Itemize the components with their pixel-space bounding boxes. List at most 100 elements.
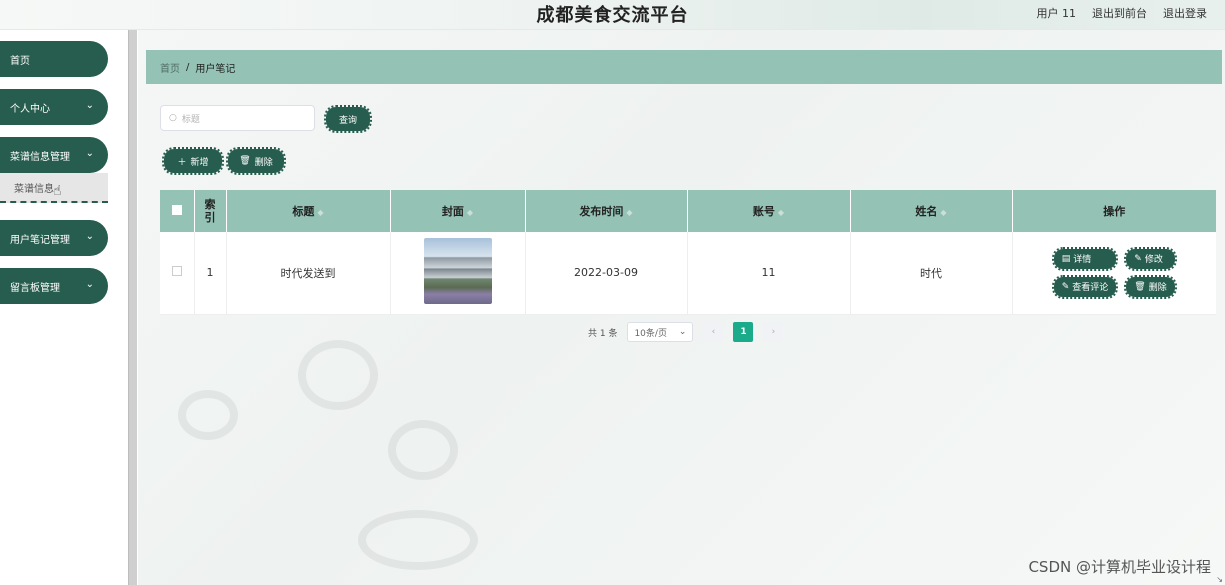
view-comments-button[interactable]: ✎ 查看评论 — [1051, 274, 1119, 299]
row-checkbox[interactable] — [171, 266, 182, 277]
bulk-delete-button[interactable]: 🗑 删除 — [226, 147, 286, 175]
breadcrumb-home[interactable]: 首页 — [160, 60, 180, 75]
view-comments-label: 查看评论 — [1072, 283, 1109, 294]
chevron-down-icon: ⌄ — [85, 148, 94, 159]
row-actions: ▤ 详情 ✎ 修改 ✎ 查看评论 🗑 删除 — [1013, 246, 1217, 299]
row-select-cell — [160, 232, 195, 315]
sidebar: 首页 个人中心 ⌄ 菜谱信息管理 ⌄ 菜谱信息 ☝ 用户笔记管理 ⌄ 留言板管理… — [0, 30, 128, 585]
column-header-account[interactable]: 账号 ◆ — [687, 190, 851, 232]
column-header-date[interactable]: 发布时间 ◆ — [525, 190, 688, 232]
chevron-down-icon: ⌄ — [85, 100, 94, 111]
sidebar-divider — [128, 30, 137, 585]
sidebar-item-recipe-management[interactable]: 菜谱信息管理 ⌄ — [0, 137, 108, 173]
cell-name: 时代 — [850, 232, 1013, 315]
search-placeholder: 标题 — [181, 114, 200, 125]
sidebar-item-label: 首页 — [10, 55, 30, 67]
cell-date: 2022-03-09 — [525, 232, 688, 315]
column-header-label: 发布时间 — [579, 205, 624, 218]
column-header-label: 操作 — [1103, 205, 1126, 218]
trash-icon: 🗑 — [1134, 281, 1146, 292]
cell-index: 1 — [194, 232, 227, 315]
cell-cover — [390, 232, 526, 315]
cell-account: 11 — [687, 232, 851, 315]
edit-button-label: 修改 — [1144, 255, 1163, 266]
column-header-actions: 操作 — [1012, 190, 1216, 232]
table-header-row: 索引 标题 ◆ 封面 ◆ 发布时间 ◆ 账号 ◆ 姓名 ◆ 操作 — [160, 190, 1216, 232]
top-header: 成都美食交流平台 用户 11 退出到前台 退出登录 — [0, 0, 1225, 30]
background-decoration — [388, 420, 458, 480]
sidebar-item-personal-center[interactable]: 个人中心 ⌄ — [0, 89, 108, 125]
sidebar-item-label: 留言板管理 — [10, 282, 60, 294]
breadcrumb: 首页 / 用户笔记 — [146, 50, 1222, 84]
page-size-value: 10条/页 — [634, 328, 667, 339]
column-header-cover[interactable]: 封面 ◆ — [390, 190, 526, 232]
column-header-label: 姓名 — [915, 205, 938, 218]
sidebar-item-home[interactable]: 首页 — [0, 41, 108, 77]
breadcrumb-separator: / — [186, 61, 190, 73]
page-number-current[interactable]: 1 — [733, 322, 754, 342]
column-header-name[interactable]: 姓名 ◆ — [850, 190, 1013, 232]
select-all-checkbox[interactable] — [171, 204, 182, 215]
user-label: 用户 11 — [1036, 7, 1077, 20]
data-table: 索引 标题 ◆ 封面 ◆ 发布时间 ◆ 账号 ◆ 姓名 ◆ 操作 1 时代发送到… — [160, 190, 1216, 315]
logout-link[interactable]: 退出登录 — [1163, 5, 1207, 21]
row-delete-button[interactable]: 🗑 删除 — [1124, 274, 1177, 299]
search-button[interactable]: 查询 — [324, 105, 372, 133]
pencil-icon: ✎ — [1134, 253, 1142, 264]
hand-cursor-icon: ☝ — [53, 183, 62, 199]
search-input[interactable]: ○ 标题 — [160, 105, 315, 131]
sidebar-item-label: 个人中心 — [10, 103, 50, 115]
column-header-label: 封面 — [441, 205, 464, 218]
sidebar-item-label: 用户笔记管理 — [10, 234, 70, 246]
sidebar-subitem-label: 菜谱信息 — [14, 183, 54, 195]
next-page-button[interactable]: › — [763, 322, 784, 342]
delete-button-label: 删除 — [254, 157, 273, 168]
header-links: 用户 11 退出到前台 退出登录 — [1037, 5, 1208, 21]
background-decoration — [298, 340, 378, 410]
cover-image — [423, 238, 492, 305]
sort-icon: ◆ — [777, 208, 785, 217]
background-decoration — [358, 510, 478, 570]
total-count: 共 1 条 — [588, 328, 618, 339]
page-size-select[interactable]: 10条/页 ⌄ — [627, 322, 694, 342]
prev-page-button[interactable]: ‹ — [703, 322, 724, 342]
watermark: CSDN @计算机毕业设计程 — [1028, 558, 1211, 576]
column-header-title[interactable]: 标题 ◆ — [226, 190, 391, 232]
cell-actions: ▤ 详情 ✎ 修改 ✎ 查看评论 🗑 删除 — [1012, 232, 1217, 315]
select-all-cell — [160, 190, 195, 232]
trash-icon: 🗑 — [239, 156, 251, 166]
search-icon: ○ — [169, 113, 177, 123]
pagination: 共 1 条 10条/页 ⌄ ‹ 1 › — [588, 322, 784, 342]
add-button-label: 新增 — [190, 157, 209, 168]
detail-button[interactable]: ▤ 详情 — [1051, 246, 1119, 271]
chevron-down-icon: ⌄ — [85, 279, 94, 290]
sort-icon: ◆ — [466, 208, 474, 217]
search-button-label: 查询 — [338, 115, 357, 126]
row-delete-label: 删除 — [1148, 283, 1167, 294]
table-row: 1 时代发送到 2022-03-09 11 时代 ▤ 详情 ✎ 修改 ✎ 查看评论 🗑… — [160, 232, 1217, 315]
main-content: 首页 / 用户笔记 ○ 标题 查询 ＋ 新增 🗑 删除 索引 标题 ◆ 封面 ◆… — [138, 30, 1225, 585]
detail-button-label: 详情 — [1073, 255, 1092, 266]
column-header-index: 索引 — [194, 190, 227, 232]
back-to-front-link[interactable]: 退出到前台 — [1092, 5, 1147, 21]
pencil-icon: ✎ — [1061, 281, 1070, 292]
column-header-label: 账号 — [752, 205, 775, 218]
edit-button[interactable]: ✎ 修改 — [1124, 246, 1177, 271]
chevron-down-icon: ⌄ — [678, 327, 687, 337]
document-icon: ▤ — [1061, 253, 1071, 264]
sidebar-item-user-notes[interactable]: 用户笔记管理 ⌄ — [0, 220, 108, 256]
column-header-label: 标题 — [292, 205, 315, 218]
column-header-label: 索引 — [204, 198, 216, 224]
sort-icon: ◆ — [940, 208, 947, 217]
plus-icon: ＋ — [177, 157, 187, 168]
resize-corner-icon: ↘ — [1216, 575, 1223, 584]
sidebar-item-label: 菜谱信息管理 — [10, 151, 70, 163]
add-button[interactable]: ＋ 新增 — [162, 147, 224, 175]
sort-icon: ◆ — [626, 208, 633, 217]
chevron-down-icon: ⌄ — [85, 231, 94, 242]
sidebar-item-message-board[interactable]: 留言板管理 ⌄ — [0, 268, 108, 304]
cell-title: 时代发送到 — [226, 232, 391, 315]
background-decoration — [178, 390, 238, 440]
sort-icon: ◆ — [317, 208, 324, 217]
breadcrumb-current: 用户笔记 — [195, 63, 236, 75]
